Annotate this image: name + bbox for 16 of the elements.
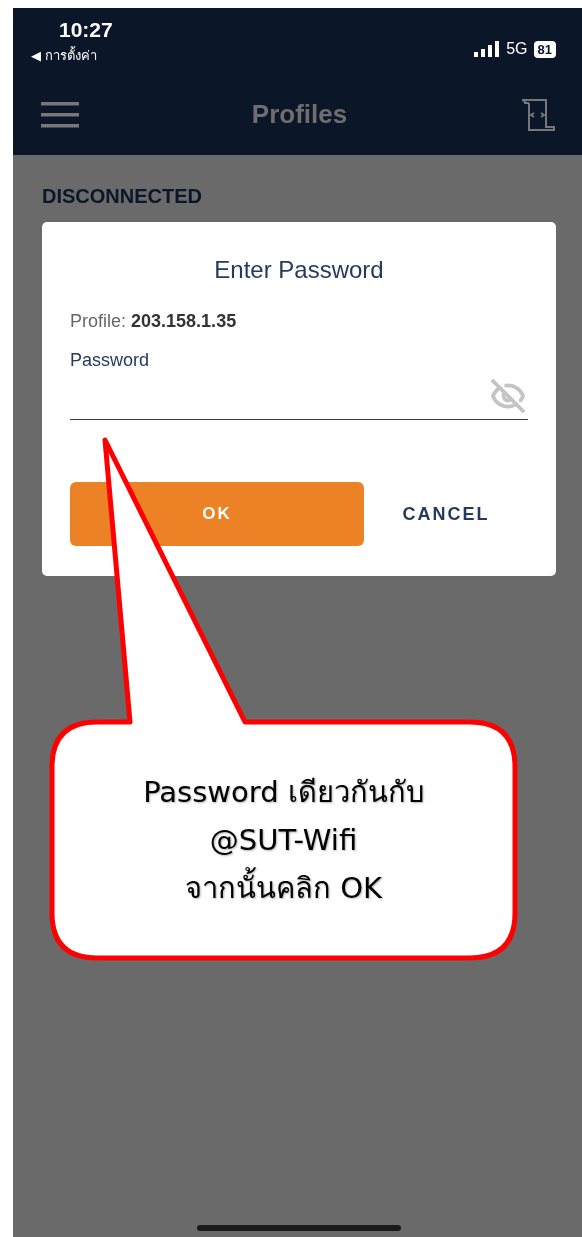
callout-text: @SUT-Wifi [209, 823, 358, 857]
callout-text: จากนั้นคลิก OK [184, 865, 383, 911]
network-label: 5G [506, 40, 528, 58]
dialog-title: Enter Password [214, 256, 384, 284]
profile-text: Profile: 203.158.1.35 [70, 311, 238, 332]
battery-level: 81 [533, 40, 556, 58]
code-document-icon[interactable] [520, 96, 556, 133]
status-time: 10:27 [59, 18, 113, 42]
cancel-button[interactable]: CANCEL [364, 502, 528, 526]
callout-text: Password เดียวกันกับ [143, 774, 424, 811]
back-link[interactable]: ◀ การตั้งค่า [31, 45, 97, 66]
password-label: Password [70, 350, 151, 371]
signal-icon [474, 41, 501, 57]
menu-icon[interactable] [41, 101, 79, 128]
screen-title: Profiles [251, 99, 348, 130]
section-label: DISCONNECTED [42, 185, 203, 208]
